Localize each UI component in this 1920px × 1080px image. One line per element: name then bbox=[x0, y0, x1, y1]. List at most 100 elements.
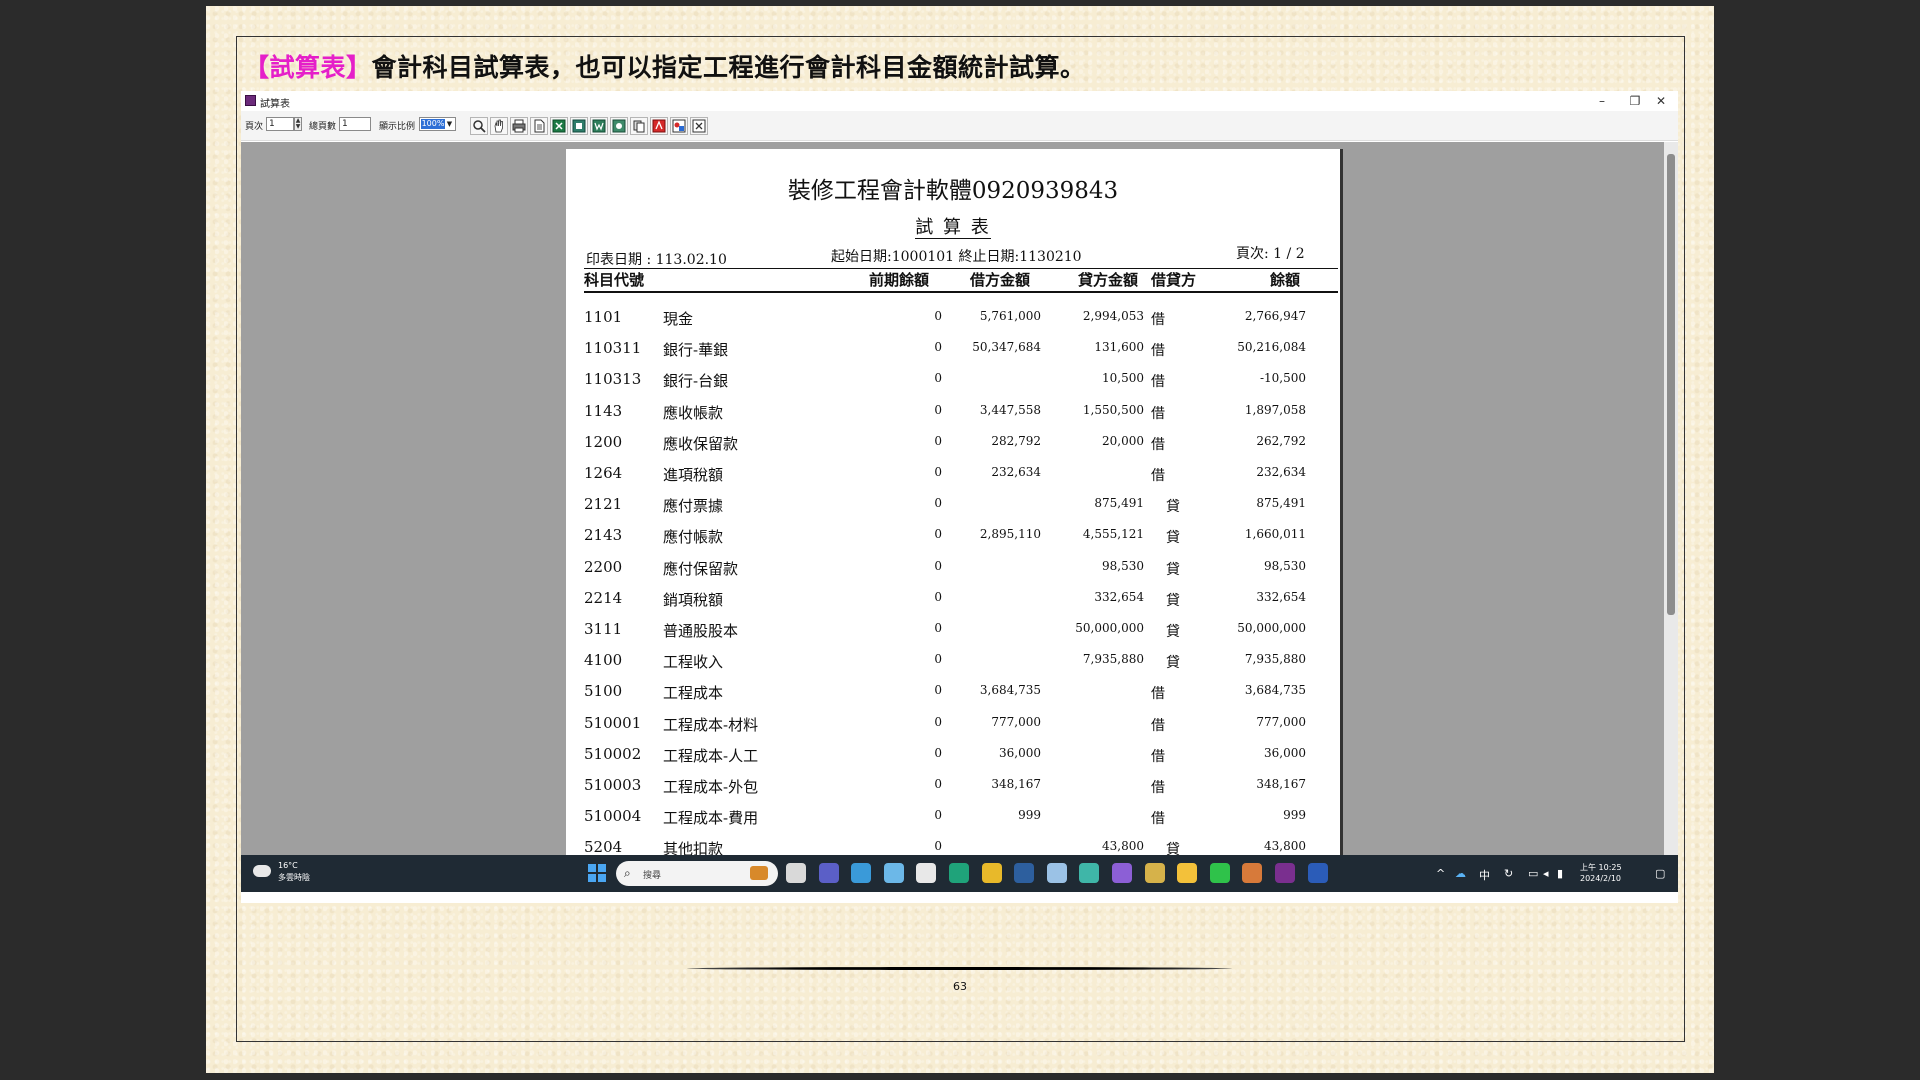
prev-balance-cell: 0 bbox=[934, 309, 942, 323]
direction-cell: 貸 bbox=[1166, 530, 1180, 547]
direction-cell: 借 bbox=[1151, 686, 1165, 703]
header-direction: 借貸方 bbox=[1151, 271, 1197, 289]
visual-studio-icon[interactable] bbox=[1112, 863, 1132, 883]
accounting-app-icon[interactable] bbox=[1275, 863, 1295, 883]
table-row: 2214 銷項稅額 0 332,654 貸 332,654 bbox=[566, 587, 1340, 612]
balance-cell: 2,766,947 bbox=[1244, 309, 1306, 323]
account-name: 工程成本 bbox=[663, 684, 724, 703]
close-icon bbox=[692, 119, 706, 133]
weather-desc[interactable]: 多雲時陰 bbox=[278, 872, 310, 883]
table-row: 110311 銀行-華銀 0 50,347,684 131,600 借 50,216,084 bbox=[566, 337, 1340, 362]
scrollbar-thumb[interactable] bbox=[1667, 154, 1675, 615]
credit-cell: 20,000 bbox=[1102, 433, 1144, 448]
paint-icon[interactable] bbox=[1242, 863, 1263, 883]
taskbar-search[interactable]: ⌕ 搜尋 bbox=[616, 861, 778, 886]
zoom-select[interactable]: 100% ▼ bbox=[419, 117, 456, 131]
prev-balance-cell: 0 bbox=[934, 621, 942, 635]
account-name: 工程成本-費用 bbox=[663, 809, 759, 828]
export-icon bbox=[572, 119, 586, 133]
balance-cell: 1,660,011 bbox=[1244, 527, 1306, 542]
account-code: 1101 bbox=[584, 308, 623, 326]
weather-temp[interactable]: 16°C bbox=[278, 861, 298, 870]
task-view-icon[interactable] bbox=[786, 863, 806, 883]
teams-icon[interactable] bbox=[818, 863, 839, 883]
direction-cell: 借 bbox=[1151, 374, 1165, 391]
clock-time[interactable]: 上午 10:25 bbox=[1580, 862, 1622, 873]
export-button[interactable] bbox=[570, 117, 588, 135]
page-spinner[interactable]: ▲ ▼ bbox=[294, 117, 302, 131]
copy-button[interactable] bbox=[630, 117, 648, 135]
edge-dev-icon[interactable] bbox=[1079, 863, 1100, 883]
report-page: 裝修工程會計軟體0920939843 試 算 表 印表日期 : 113.02.1… bbox=[566, 149, 1340, 855]
direction-cell: 借 bbox=[1151, 343, 1165, 360]
page-input[interactable]: 1 bbox=[266, 117, 294, 131]
input-language[interactable]: 中 bbox=[1479, 867, 1490, 883]
search-highlight-icon bbox=[750, 866, 768, 880]
hand-button[interactable] bbox=[490, 117, 508, 135]
debit-cell: 282,792 bbox=[991, 433, 1041, 448]
notification-icon[interactable]: ▢ bbox=[1655, 867, 1665, 880]
export-rtf-button[interactable] bbox=[610, 117, 628, 135]
page-icon bbox=[534, 119, 545, 133]
chrome-icon[interactable] bbox=[981, 863, 1002, 883]
prev-balance-cell: 0 bbox=[934, 683, 942, 698]
word-icon[interactable] bbox=[1307, 863, 1328, 883]
page-setup-button[interactable] bbox=[530, 117, 548, 135]
minimize-button[interactable]: – bbox=[1587, 92, 1617, 110]
balance-cell: 232,634 bbox=[1256, 465, 1306, 479]
line-icon[interactable] bbox=[1209, 863, 1230, 883]
store-icon[interactable] bbox=[916, 863, 937, 883]
direction-cell: 借 bbox=[1151, 468, 1165, 484]
debit-cell: 777,000 bbox=[991, 714, 1041, 729]
credit-cell: 332,654 bbox=[1094, 589, 1144, 604]
volume-icon[interactable]: ◂ bbox=[1543, 867, 1549, 880]
network-icon[interactable]: ▭ bbox=[1528, 867, 1538, 880]
balance-cell: 999 bbox=[1283, 808, 1306, 823]
battery-icon[interactable]: ▮ bbox=[1557, 867, 1563, 880]
direction-cell: 借 bbox=[1151, 748, 1165, 765]
image-viewer-icon[interactable] bbox=[1046, 863, 1067, 883]
table-row: 510004 工程成本-費用 0 999 借 999 bbox=[566, 805, 1340, 830]
export-excel-button[interactable] bbox=[550, 117, 568, 135]
credit-cell: 131,600 bbox=[1094, 340, 1144, 355]
balance-cell: 777,000 bbox=[1256, 714, 1306, 729]
header-top-rule bbox=[584, 268, 1338, 269]
debit-cell: 999 bbox=[1018, 808, 1041, 823]
title-bar[interactable]: 試算表 – ❐ ✕ bbox=[241, 91, 1678, 111]
tools-icon[interactable] bbox=[1144, 863, 1165, 883]
account-name: 銀行-華銀 bbox=[663, 341, 729, 360]
photos-icon[interactable] bbox=[883, 863, 904, 883]
total-pages-label: 總頁數 bbox=[309, 122, 337, 132]
prev-balance-cell: 0 bbox=[934, 340, 942, 355]
table-row: 5204 其他扣款 0 43,800 貸 43,800 bbox=[566, 836, 1340, 855]
onedrive-icon[interactable]: ☁ bbox=[1455, 867, 1466, 880]
chevron-up-icon[interactable]: ^ bbox=[1436, 867, 1445, 880]
account-code: 2214 bbox=[584, 588, 623, 607]
print-button[interactable] bbox=[510, 117, 528, 135]
file-explorer-icon[interactable] bbox=[1177, 863, 1198, 883]
html-button[interactable] bbox=[670, 117, 688, 135]
app-icon-1[interactable] bbox=[1014, 863, 1035, 883]
header-credit: 貸方金額 bbox=[1078, 271, 1139, 289]
clock-date[interactable]: 2024/2/10 bbox=[1580, 874, 1621, 883]
total-pages-field: 1 bbox=[339, 117, 371, 131]
pdf-button[interactable] bbox=[650, 117, 668, 135]
close-preview-button[interactable] bbox=[690, 117, 708, 135]
report-preview-area[interactable]: 裝修工程會計軟體0920939843 試 算 表 印表日期 : 113.02.1… bbox=[241, 142, 1678, 855]
close-window-button[interactable]: ✕ bbox=[1646, 92, 1676, 110]
vertical-scrollbar[interactable] bbox=[1664, 142, 1678, 855]
heading-text: 會計科目試算表，也可以指定工程進行會計科目金額統計試算。 bbox=[371, 53, 1086, 82]
ime-mode-icon[interactable]: ↻ bbox=[1504, 867, 1513, 880]
zoom-button[interactable] bbox=[470, 117, 488, 135]
notepad-icon[interactable] bbox=[851, 863, 872, 883]
prev-balance-cell: 0 bbox=[934, 433, 942, 448]
prev-balance-cell: 0 bbox=[934, 745, 942, 760]
balance-cell: 50,216,084 bbox=[1237, 340, 1306, 355]
cloud-icon bbox=[253, 865, 271, 877]
windows-start-button[interactable] bbox=[588, 864, 607, 883]
export-word-button[interactable] bbox=[590, 117, 608, 135]
edge-icon[interactable] bbox=[949, 863, 969, 883]
account-code: 510002 bbox=[584, 744, 642, 763]
trial-balance-window: 試算表 – ❐ ✕ 頁次 1 ▲ ▼ 總頁數 1 顯示比例 100% ▼ 裝修工程… bbox=[241, 91, 1678, 903]
header-code: 科目代號 bbox=[584, 271, 645, 289]
